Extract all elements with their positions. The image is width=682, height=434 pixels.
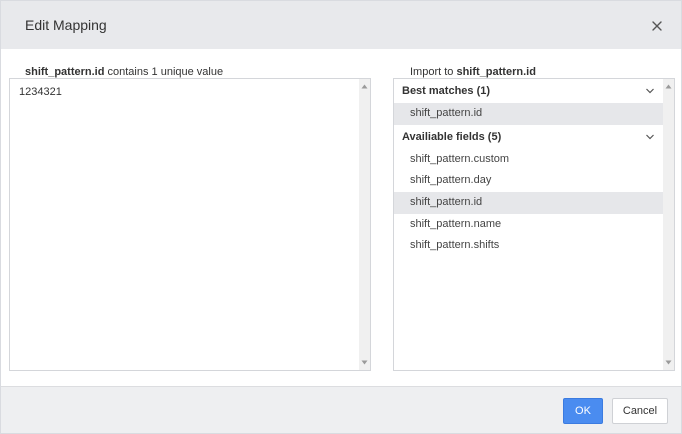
scroll-up-arrow-icon[interactable] xyxy=(361,83,368,90)
edit-mapping-dialog: Edit Mapping shift_pattern.id contains 1… xyxy=(0,0,682,434)
list-item-shift-pattern-id[interactable]: shift_pattern.id xyxy=(394,192,663,214)
source-field-name: shift_pattern.id xyxy=(25,66,105,78)
scroll-down-arrow-icon[interactable] xyxy=(665,359,672,366)
list-item-best-match-shift-pattern-id[interactable]: shift_pattern.id xyxy=(394,103,663,125)
cancel-button[interactable]: Cancel xyxy=(612,398,668,424)
scroll-down-arrow-icon[interactable] xyxy=(361,359,368,366)
target-field-list: Best matches (1) shift_pattern.id Availi… xyxy=(394,79,663,257)
scroll-up-arrow-icon[interactable] xyxy=(665,83,672,90)
list-item-shift-pattern-day[interactable]: shift_pattern.day xyxy=(394,170,663,192)
target-field-caption: Import to shift_pattern.id xyxy=(410,66,536,78)
available-fields-group-header[interactable]: Availiable fields (5) xyxy=(394,125,663,149)
source-value: 1234321 xyxy=(19,86,62,98)
dialog-title: Edit Mapping xyxy=(25,17,107,33)
list-item-shift-pattern-name[interactable]: shift_pattern.name xyxy=(394,214,663,236)
dialog-header: Edit Mapping xyxy=(1,1,681,49)
list-item-shift-pattern-shifts[interactable]: shift_pattern.shifts xyxy=(394,235,663,257)
target-scrollbar[interactable] xyxy=(663,79,674,370)
best-matches-group-header[interactable]: Best matches (1) xyxy=(394,79,663,103)
source-scrollbar[interactable] xyxy=(359,79,370,370)
target-caption-prefix: Import to xyxy=(410,66,457,78)
best-matches-label: Best matches (1) xyxy=(402,85,491,97)
chevron-down-icon xyxy=(645,132,655,142)
close-button[interactable] xyxy=(647,16,667,36)
available-fields-label: Availiable fields (5) xyxy=(402,130,502,143)
list-item-shift-pattern-custom[interactable]: shift_pattern.custom xyxy=(394,149,663,171)
target-fields-panel: Best matches (1) shift_pattern.id Availi… xyxy=(393,78,675,371)
ok-button[interactable]: OK xyxy=(563,398,603,424)
close-icon xyxy=(652,21,662,31)
source-caption-suffix: contains 1 unique value xyxy=(104,66,224,78)
source-field-caption: shift_pattern.id contains 1 unique value xyxy=(25,66,223,78)
chevron-down-icon xyxy=(645,86,655,96)
source-values-panel: 1234321 xyxy=(9,78,371,371)
dialog-footer: OK Cancel xyxy=(1,386,681,433)
target-field-name: shift_pattern.id xyxy=(456,66,536,78)
